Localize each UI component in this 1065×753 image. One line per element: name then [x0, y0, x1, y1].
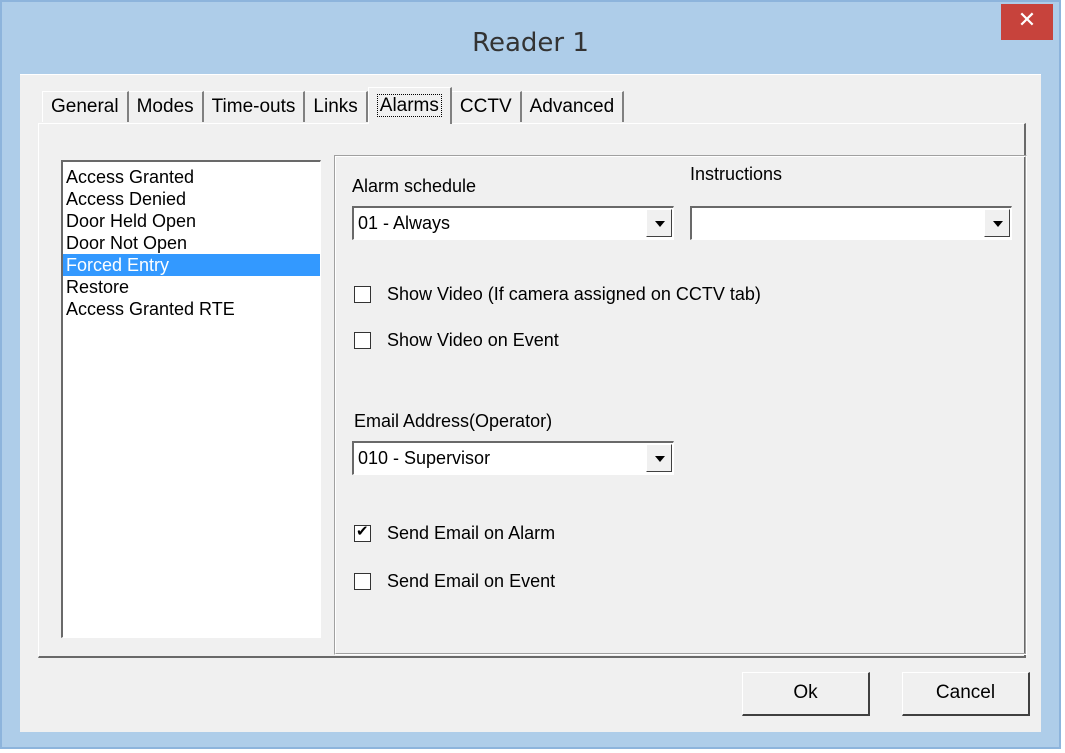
list-item-selected[interactable]: Forced Entry — [63, 254, 320, 276]
list-item[interactable]: Restore — [63, 276, 320, 298]
alarm-schedule-select[interactable]: 01 - Always — [352, 206, 674, 240]
email-address-select[interactable]: 010 - Supervisor — [352, 441, 674, 475]
show-video-checkbox-row[interactable]: Show Video (If camera assigned on CCTV t… — [354, 282, 761, 306]
send-email-alarm-checkbox-row[interactable]: Send Email on Alarm — [354, 521, 555, 545]
tab-cctv[interactable]: CCTV — [451, 91, 522, 122]
tab-alarms[interactable]: Alarms — [367, 87, 452, 124]
email-address-value: 010 - Supervisor — [358, 448, 491, 468]
chevron-down-icon[interactable] — [646, 444, 672, 472]
email-address-label: Email Address(Operator) — [354, 411, 553, 431]
send-email-event-label: Send Email on Event — [387, 570, 556, 591]
list-item[interactable]: Door Not Open — [63, 232, 320, 254]
tab-alarms-label[interactable]: Alarms — [376, 94, 442, 117]
send-email-alarm-checkbox[interactable] — [354, 522, 371, 542]
show-video-event-checkbox[interactable] — [354, 331, 371, 349]
show-video-checkbox[interactable] — [354, 285, 371, 303]
send-email-alarm-label: Send Email on Alarm — [387, 522, 556, 543]
show-video-event-checkbox-row[interactable]: Show Video on Event — [354, 328, 559, 352]
alarms-tab-panel: Access Granted Access Denied Door Held O… — [38, 123, 1027, 658]
instructions-select[interactable] — [690, 206, 1012, 240]
chevron-down-icon[interactable] — [646, 209, 672, 237]
tab-modes[interactable]: Modes — [128, 91, 204, 122]
alarm-settings-group: Alarm schedule Instructions 01 - Always … — [334, 155, 1027, 655]
send-email-event-checkbox[interactable] — [354, 572, 371, 590]
cancel-button[interactable]: Cancel — [902, 672, 1030, 716]
title-bar[interactable]: Reader 1 ✕ — [2, 2, 1059, 76]
chevron-down-icon[interactable] — [984, 209, 1010, 237]
list-item[interactable]: Door Held Open — [63, 210, 320, 232]
alarm-schedule-label: Alarm schedule — [352, 176, 477, 196]
alarm-schedule-value: 01 - Always — [358, 213, 451, 233]
dialog-client-area: General Modes Time-outs Links Alarms CCT… — [20, 74, 1041, 732]
tab-strip: General Modes Time-outs Links Alarms CCT… — [42, 87, 625, 124]
list-item[interactable]: Access Granted RTE — [63, 298, 320, 320]
show-video-event-label: Show Video on Event — [387, 329, 559, 350]
list-item[interactable]: Access Denied — [63, 188, 320, 210]
tab-links[interactable]: Links — [305, 91, 368, 122]
show-video-label: Show Video (If camera assigned on CCTV t… — [387, 283, 761, 304]
tab-general[interactable]: General — [42, 91, 129, 122]
close-button[interactable]: ✕ — [1001, 4, 1053, 40]
window-title: Reader 1 — [472, 28, 589, 58]
dialog-window: Reader 1 ✕ General Modes Time-outs Links… — [0, 0, 1061, 749]
tab-time-outs[interactable]: Time-outs — [203, 91, 306, 122]
event-list[interactable]: Access Granted Access Denied Door Held O… — [61, 160, 321, 638]
close-icon[interactable]: ✕ — [1018, 8, 1036, 33]
list-item[interactable]: Access Granted — [63, 166, 320, 188]
send-email-event-checkbox-row[interactable]: Send Email on Event — [354, 569, 555, 593]
instructions-label: Instructions — [690, 164, 783, 184]
tab-advanced[interactable]: Advanced — [521, 91, 625, 122]
ok-button[interactable]: Ok — [742, 672, 870, 716]
